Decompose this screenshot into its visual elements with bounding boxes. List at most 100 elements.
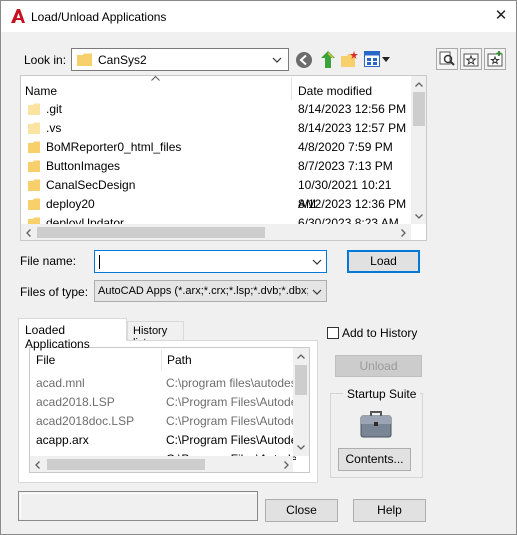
horizontal-scrollbar[interactable] (30, 456, 293, 472)
scroll-down-icon[interactable] (297, 445, 305, 450)
add-to-history-checkbox[interactable] (327, 327, 339, 339)
column-header-file[interactable]: File (36, 353, 55, 367)
file-list[interactable]: Name Date modified .git 8/14/2023 12:56 … (20, 75, 427, 241)
file-row[interactable]: .git 8/14/2023 12:56 PM (21, 100, 411, 119)
status-field (18, 491, 258, 521)
tab-history-list[interactable]: History list (127, 321, 184, 349)
scroll-thumb[interactable] (413, 92, 425, 126)
app-file: acad.mnl (36, 376, 85, 390)
files-of-type-value: AutoCAD Apps (*.arx;*.crx;*.lsp;*.dvb;*.… (98, 285, 308, 297)
contents-button[interactable]: Contents... (338, 448, 411, 471)
add-to-favorites-button[interactable] (484, 48, 506, 70)
file-name: ButtonImages (46, 159, 121, 173)
file-name: deploy20 (46, 197, 95, 211)
column-divider (291, 78, 292, 100)
file-row[interactable]: CanalSecDesign 10/30/2021 10:21 AM (21, 176, 411, 211)
column-header-path[interactable]: Path (167, 353, 192, 367)
find-button[interactable] (436, 48, 458, 70)
list-item[interactable]: acad2018.LSP C:\Program Files\Autodesk\ (36, 393, 298, 412)
add-to-history-label: Add to History (342, 326, 418, 340)
unload-button[interactable]: Unload (335, 355, 422, 377)
files-of-type-label: Files of type: (20, 285, 89, 299)
scroll-up-icon[interactable] (297, 354, 305, 359)
window-title: Load/Unload Applications (31, 10, 167, 24)
scroll-left-icon[interactable] (26, 229, 31, 237)
look-in-label: Look in: (24, 53, 67, 67)
dialog-window: Load/Unload Applications ✕ Look in: CanS… (0, 0, 517, 535)
loaded-applications-list[interactable]: File Path acad.mnl C:\program files\auto… (29, 347, 310, 473)
folder-icon (28, 198, 40, 210)
scroll-right-icon[interactable] (284, 461, 289, 469)
text-cursor (99, 255, 100, 269)
file-row[interactable]: BoMReporter0_html_files 4/8/2020 7:59 PM (21, 138, 411, 157)
file-name-label: File name: (20, 254, 77, 268)
look-in-value: CanSys2 (98, 53, 147, 67)
app-file: acad2018.LSP (36, 395, 115, 409)
favorites-button[interactable] (460, 48, 482, 70)
autocad-app-icon (11, 9, 25, 23)
close-icon[interactable]: ✕ (490, 5, 512, 27)
folder-icon (28, 122, 40, 134)
title-bar: Load/Unload Applications ✕ (1, 1, 516, 32)
file-date: 8/12/2023 12:36 PM (298, 197, 407, 211)
file-date: 8/14/2023 12:56 PM (298, 102, 407, 116)
app-path: C:\program files\autodesk\ (166, 376, 296, 390)
file-name: CanalSecDesign (46, 178, 136, 192)
chevron-down-icon[interactable] (312, 259, 322, 265)
views-icon (364, 51, 380, 67)
app-file: acad2018doc.LSP (36, 414, 135, 428)
file-date: 8/14/2023 12:57 PM (298, 121, 407, 135)
tab-loaded-applications[interactable]: Loaded Applications (18, 318, 127, 351)
close-button[interactable]: Close (265, 499, 338, 522)
file-date: 4/8/2020 7:59 PM (298, 140, 393, 154)
scroll-left-icon[interactable] (35, 461, 40, 469)
vertical-scrollbar[interactable] (293, 348, 309, 456)
caret-down-icon (382, 57, 390, 62)
folder-icon (77, 53, 92, 66)
app-file: acapp.arx (36, 433, 89, 447)
startup-suite-label: Startup Suite (343, 387, 421, 401)
file-name: BoMReporter0_html_files (46, 140, 182, 154)
horizontal-scrollbar[interactable] (21, 224, 411, 240)
file-name-input[interactable] (94, 250, 327, 273)
folder-icon (28, 179, 40, 191)
scroll-right-icon[interactable] (401, 229, 406, 237)
list-item[interactable]: acad.mnl C:\program files\autodesk\ (36, 374, 298, 393)
list-item[interactable]: acapp.arx C:\Program Files\Autodesk\ (36, 431, 298, 450)
back-icon[interactable] (295, 51, 313, 69)
status-field-inner (20, 493, 256, 519)
scroll-up-icon[interactable] (415, 82, 423, 87)
look-in-dropdown[interactable]: CanSys2 (71, 48, 289, 71)
vertical-scrollbar[interactable] (411, 76, 426, 224)
sort-up-icon (151, 76, 160, 81)
chevron-down-icon (312, 289, 322, 295)
load-button[interactable]: Load (347, 250, 420, 273)
favorites-star-icon (463, 53, 479, 67)
loaded-applications-panel: File Path acad.mnl C:\program files\auto… (18, 340, 318, 483)
add-favorite-icon (487, 51, 503, 67)
app-path: C:\Program Files\Autodesk\ (166, 433, 296, 447)
new-folder-icon[interactable] (341, 51, 359, 68)
scroll-thumb[interactable] (295, 365, 307, 395)
column-divider (161, 350, 162, 370)
folder-icon (28, 160, 40, 172)
briefcase-icon (360, 411, 392, 438)
app-path: C:\Program Files\Autodesk\ (166, 395, 296, 409)
files-of-type-dropdown[interactable]: AutoCAD Apps (*.arx;*.crx;*.lsp;*.dvb;*.… (94, 280, 327, 302)
up-folder-icon[interactable] (319, 50, 337, 69)
file-date: 8/7/2023 7:13 PM (298, 159, 393, 173)
file-row[interactable]: .vs 8/14/2023 12:57 PM (21, 119, 411, 138)
file-row[interactable]: ButtonImages 8/7/2023 7:13 PM (21, 157, 411, 176)
search-icon (439, 51, 455, 66)
tab-label: Loaded Applications (25, 323, 90, 351)
file-row[interactable]: deploy20 8/12/2023 12:36 PM (21, 195, 411, 214)
scroll-thumb[interactable] (37, 227, 265, 238)
file-name: .git (46, 102, 63, 116)
help-button[interactable]: Help (353, 499, 426, 522)
views-menu-button[interactable] (364, 50, 390, 70)
scroll-down-icon[interactable] (415, 214, 423, 219)
app-path: C:\Program Files\Autodesk\ (166, 414, 296, 428)
scroll-thumb[interactable] (47, 459, 205, 470)
folder-icon (28, 103, 40, 115)
list-item[interactable]: acad2018doc.LSP C:\Program Files\Autodes… (36, 412, 298, 431)
